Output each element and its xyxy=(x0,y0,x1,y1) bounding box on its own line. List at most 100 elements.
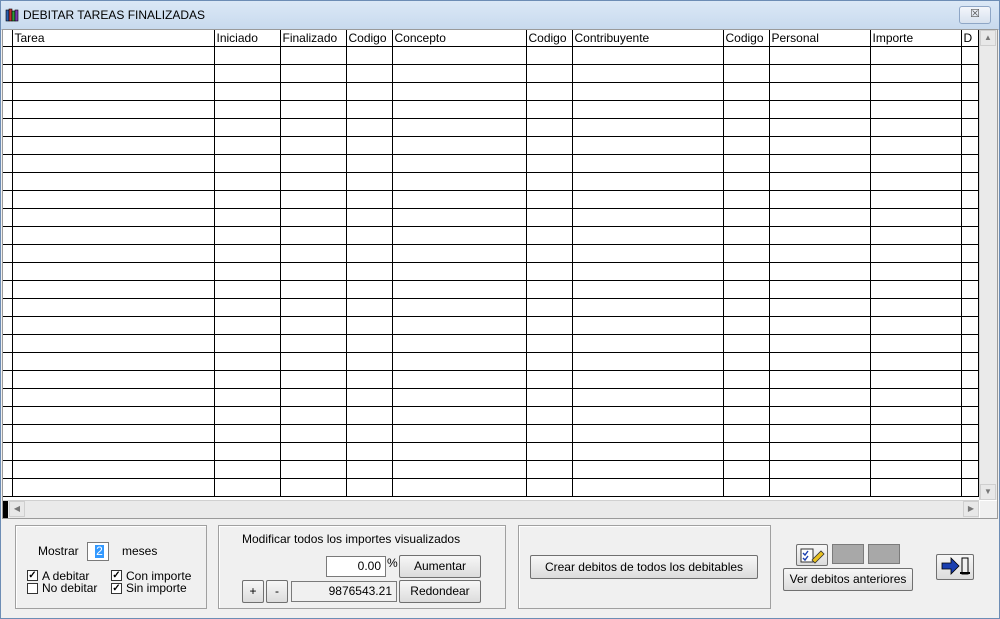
table-cell[interactable] xyxy=(12,442,215,461)
table-cell[interactable] xyxy=(526,244,573,263)
table-row[interactable] xyxy=(3,460,979,479)
table-cell[interactable] xyxy=(870,244,962,263)
table-cell[interactable] xyxy=(526,262,573,281)
scroll-down-icon[interactable]: ▼ xyxy=(980,484,996,500)
table-cell[interactable] xyxy=(12,154,215,173)
row-selector[interactable] xyxy=(3,262,13,281)
table-row[interactable] xyxy=(3,442,979,461)
table-cell[interactable] xyxy=(723,82,770,101)
table-cell[interactable] xyxy=(572,442,724,461)
table-cell[interactable] xyxy=(392,190,527,209)
table-cell[interactable] xyxy=(961,316,979,335)
table-cell[interactable] xyxy=(572,298,724,317)
table-row[interactable] xyxy=(3,64,979,83)
table-cell[interactable] xyxy=(280,316,347,335)
table-row[interactable] xyxy=(3,388,979,407)
table-cell[interactable] xyxy=(392,370,527,389)
table-cell[interactable] xyxy=(392,46,527,65)
table-cell[interactable] xyxy=(769,262,871,281)
table-cell[interactable] xyxy=(723,208,770,227)
row-selector[interactable] xyxy=(3,100,13,119)
table-cell[interactable] xyxy=(723,118,770,137)
table-cell[interactable] xyxy=(346,478,393,497)
table-row[interactable] xyxy=(3,172,979,191)
table-cell[interactable] xyxy=(12,46,215,65)
checklist-edit-button[interactable] xyxy=(796,544,828,566)
table-cell[interactable] xyxy=(572,244,724,263)
close-button[interactable]: ☒ xyxy=(959,6,991,24)
table-cell[interactable] xyxy=(572,64,724,83)
horizontal-scrollbar[interactable]: ◀ ▶ xyxy=(3,500,979,518)
table-cell[interactable] xyxy=(723,280,770,299)
table-cell[interactable] xyxy=(870,424,962,443)
table-cell[interactable] xyxy=(214,226,281,245)
table-cell[interactable] xyxy=(392,100,527,119)
table-cell[interactable] xyxy=(214,316,281,335)
table-cell[interactable] xyxy=(12,64,215,83)
table-cell[interactable] xyxy=(214,190,281,209)
col-header-d[interactable]: D xyxy=(961,30,979,47)
table-cell[interactable] xyxy=(870,370,962,389)
table-cell[interactable] xyxy=(526,406,573,425)
con-importe-checkbox[interactable]: ✓ xyxy=(111,570,122,581)
table-cell[interactable] xyxy=(346,370,393,389)
table-cell[interactable] xyxy=(280,460,347,479)
disabled-action-button-1[interactable] xyxy=(832,544,864,564)
table-cell[interactable] xyxy=(723,100,770,119)
table-cell[interactable] xyxy=(12,316,215,335)
table-cell[interactable] xyxy=(392,172,527,191)
table-cell[interactable] xyxy=(526,352,573,371)
table-cell[interactable] xyxy=(392,460,527,479)
aumentar-button[interactable]: Aumentar xyxy=(399,555,481,578)
table-cell[interactable] xyxy=(392,298,527,317)
crear-debitos-button[interactable]: Crear debitos de todos los debitables xyxy=(530,555,758,579)
table-cell[interactable] xyxy=(769,352,871,371)
table-cell[interactable] xyxy=(870,262,962,281)
table-cell[interactable] xyxy=(526,100,573,119)
row-selector[interactable] xyxy=(3,334,13,353)
table-cell[interactable] xyxy=(346,460,393,479)
table-cell[interactable] xyxy=(572,262,724,281)
table-cell[interactable] xyxy=(769,100,871,119)
table-cell[interactable] xyxy=(346,244,393,263)
table-cell[interactable] xyxy=(280,136,347,155)
row-selector[interactable] xyxy=(3,352,13,371)
table-cell[interactable] xyxy=(961,64,979,83)
table-cell[interactable] xyxy=(346,64,393,83)
table-cell[interactable] xyxy=(346,316,393,335)
table-cell[interactable] xyxy=(526,298,573,317)
row-selector[interactable] xyxy=(3,460,13,479)
table-cell[interactable] xyxy=(526,118,573,137)
table-cell[interactable] xyxy=(280,100,347,119)
table-cell[interactable] xyxy=(280,118,347,137)
table-cell[interactable] xyxy=(961,136,979,155)
table-cell[interactable] xyxy=(346,424,393,443)
col-header-codigo-concepto[interactable]: Codigo xyxy=(346,30,393,47)
table-cell[interactable] xyxy=(961,442,979,461)
table-cell[interactable] xyxy=(280,244,347,263)
table-cell[interactable] xyxy=(392,406,527,425)
table-cell[interactable] xyxy=(769,406,871,425)
row-selector[interactable] xyxy=(3,46,13,65)
table-cell[interactable] xyxy=(961,154,979,173)
table-cell[interactable] xyxy=(572,316,724,335)
table-cell[interactable] xyxy=(572,388,724,407)
table-cell[interactable] xyxy=(961,226,979,245)
table-cell[interactable] xyxy=(214,280,281,299)
table-cell[interactable] xyxy=(214,262,281,281)
table-cell[interactable] xyxy=(526,190,573,209)
table-cell[interactable] xyxy=(392,64,527,83)
table-cell[interactable] xyxy=(214,118,281,137)
table-cell[interactable] xyxy=(870,334,962,353)
table-cell[interactable] xyxy=(12,370,215,389)
table-cell[interactable] xyxy=(769,370,871,389)
table-cell[interactable] xyxy=(280,388,347,407)
table-cell[interactable] xyxy=(526,370,573,389)
table-cell[interactable] xyxy=(214,244,281,263)
table-cell[interactable] xyxy=(526,460,573,479)
table-cell[interactable] xyxy=(392,316,527,335)
table-cell[interactable] xyxy=(526,208,573,227)
row-selector[interactable] xyxy=(3,190,13,209)
table-cell[interactable] xyxy=(870,172,962,191)
table-cell[interactable] xyxy=(214,136,281,155)
